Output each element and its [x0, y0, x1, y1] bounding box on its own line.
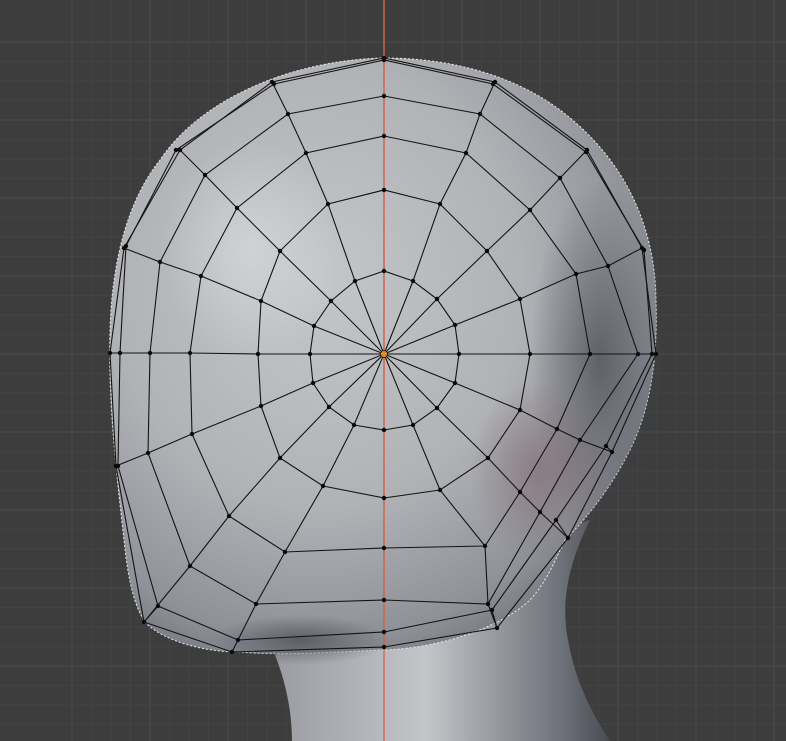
mesh-vertex[interactable] [320, 483, 326, 489]
mesh-vertex[interactable] [271, 81, 277, 87]
mesh-vertex[interactable] [234, 205, 240, 211]
mesh-vertex[interactable] [517, 407, 523, 413]
mesh-vertex[interactable] [554, 426, 560, 432]
mesh-vertex[interactable] [277, 455, 283, 461]
mesh-vertex[interactable] [177, 147, 183, 153]
mesh-vertex[interactable] [527, 351, 533, 357]
mesh-vertex[interactable] [527, 207, 533, 213]
mesh-vertex[interactable] [583, 149, 589, 155]
mesh-vertex[interactable] [258, 403, 264, 409]
mesh-vertex[interactable] [157, 259, 163, 265]
mesh-vertex[interactable] [477, 111, 483, 117]
mesh-vertex[interactable] [653, 351, 659, 357]
mesh-vertex[interactable] [517, 296, 523, 302]
mesh-vertex[interactable] [352, 278, 358, 284]
mesh-vertex[interactable] [145, 450, 151, 456]
mesh-vertex[interactable] [635, 351, 641, 357]
mesh-vertex[interactable] [381, 133, 387, 139]
mesh-vertex[interactable] [452, 322, 458, 328]
mesh-vertex[interactable] [437, 487, 443, 493]
mesh-vertex[interactable] [117, 350, 123, 356]
mesh-vertex[interactable] [107, 350, 113, 356]
mesh-vertex[interactable] [282, 549, 288, 555]
mesh-vertex[interactable] [485, 601, 491, 607]
mesh-vertex[interactable] [325, 201, 331, 207]
mesh-vertex[interactable] [482, 543, 488, 549]
mesh-vertex[interactable] [202, 172, 208, 178]
mesh-vertex[interactable] [187, 350, 193, 356]
mesh-vertex[interactable] [351, 422, 357, 428]
mesh-vertex[interactable] [381, 644, 387, 650]
mesh-vertex[interactable] [147, 350, 153, 356]
mesh-vertex[interactable] [307, 351, 313, 357]
mesh-vertex[interactable] [484, 248, 490, 254]
mesh-vertex[interactable] [189, 431, 195, 437]
mesh-vertex[interactable] [490, 81, 496, 87]
mesh-vertex[interactable] [253, 601, 259, 607]
mesh-vertex[interactable] [310, 380, 316, 386]
mesh-vertex[interactable] [381, 629, 387, 635]
mesh-vertex[interactable] [326, 404, 332, 410]
mesh-vertex[interactable] [381, 495, 387, 501]
mesh-vertex[interactable] [381, 427, 387, 433]
mesh-vertex[interactable] [410, 278, 416, 284]
mesh-vertex[interactable] [141, 619, 147, 625]
mesh-vertex[interactable] [494, 625, 500, 631]
mesh-vertex[interactable] [173, 147, 179, 153]
mesh-vertex[interactable] [434, 296, 440, 302]
mesh-vertex[interactable] [605, 263, 611, 269]
mesh-vertex[interactable] [258, 298, 264, 304]
mesh-vertex[interactable] [573, 271, 579, 277]
mesh-vertex[interactable] [155, 603, 161, 609]
mesh-vertex[interactable] [303, 150, 309, 156]
mesh-vertex[interactable] [381, 93, 387, 99]
viewport-canvas[interactable] [0, 0, 786, 741]
mesh-vertex[interactable] [437, 201, 443, 207]
mesh-vertex[interactable] [537, 509, 543, 515]
mesh-vertex[interactable] [255, 351, 261, 357]
mesh-vertex[interactable] [198, 273, 204, 279]
mesh-vertex[interactable] [277, 248, 283, 254]
mesh-vertex[interactable] [452, 380, 458, 386]
mesh-vertex[interactable] [311, 323, 317, 329]
mesh-vertex[interactable] [410, 422, 416, 428]
mesh-vertex[interactable] [381, 57, 387, 63]
mesh-vertex[interactable] [187, 563, 193, 569]
mesh-vertex[interactable] [517, 489, 523, 495]
mesh-origin-icon[interactable] [380, 350, 388, 358]
mesh-vertex[interactable] [226, 513, 232, 519]
mesh-vertex[interactable] [641, 247, 647, 253]
mesh-vertex[interactable] [115, 463, 121, 469]
mesh-vertex[interactable] [587, 351, 593, 357]
cheek-shadow [470, 380, 610, 560]
mesh-vertex[interactable] [434, 405, 440, 411]
3d-viewport[interactable] [0, 0, 786, 741]
mesh-vertex[interactable] [235, 637, 241, 643]
mesh-vertex[interactable] [285, 111, 291, 117]
mesh-vertex[interactable] [649, 351, 655, 357]
mesh-vertex[interactable] [565, 535, 571, 541]
mesh-vertex[interactable] [456, 351, 462, 357]
mesh-vertex[interactable] [381, 597, 387, 603]
mesh-vertex[interactable] [229, 649, 235, 655]
mesh-vertex[interactable] [381, 545, 387, 551]
mesh-vertex[interactable] [577, 437, 583, 443]
mesh-vertex[interactable] [609, 449, 615, 455]
mesh-vertex[interactable] [381, 268, 387, 274]
mesh-vertex[interactable] [328, 298, 334, 304]
mesh-vertex[interactable] [603, 443, 609, 449]
mesh-vertex[interactable] [489, 607, 495, 613]
mesh-vertex[interactable] [123, 243, 129, 249]
mesh-vertex[interactable] [485, 455, 491, 461]
mesh-vertex[interactable] [463, 150, 469, 156]
mesh-vertex[interactable] [381, 187, 387, 193]
mesh-vertex[interactable] [557, 175, 563, 181]
mesh-vertex[interactable] [553, 517, 559, 523]
